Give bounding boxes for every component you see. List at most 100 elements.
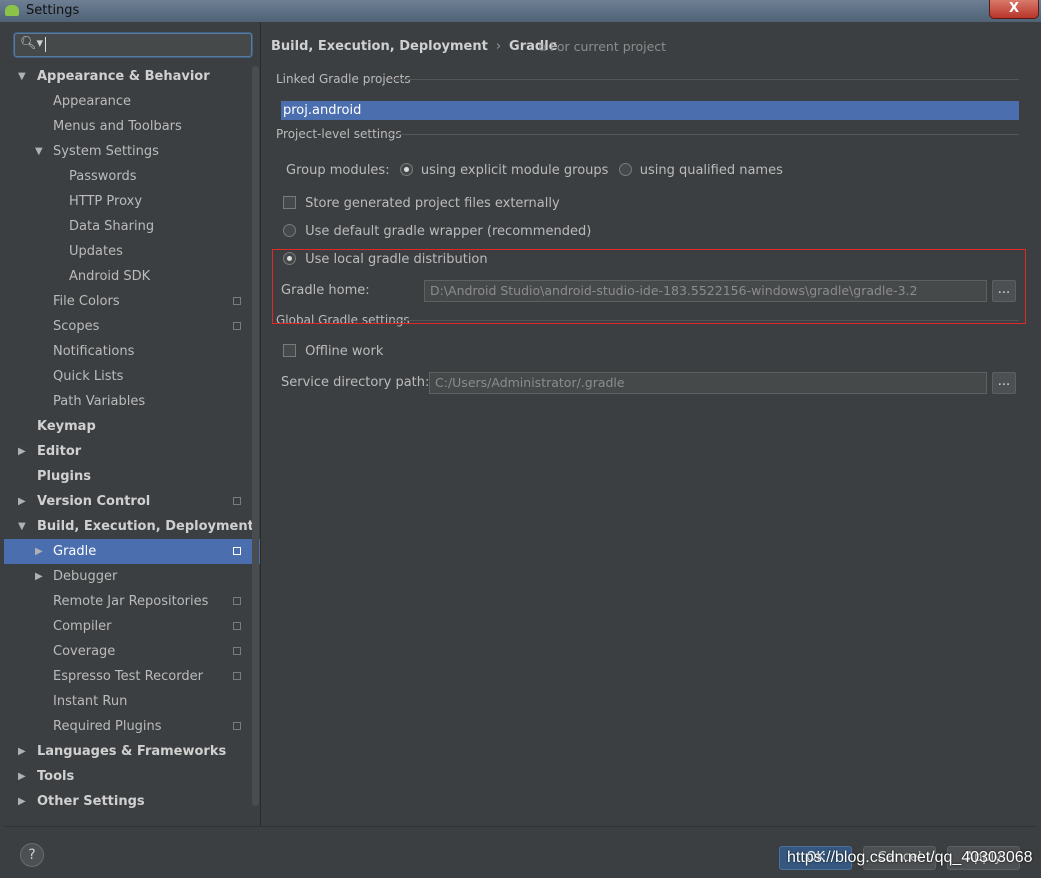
sidebar-item-label: Quick Lists (53, 369, 124, 384)
sidebar-item[interactable]: Appearance (4, 89, 260, 114)
chevron-right-icon[interactable]: ▶ (35, 539, 43, 564)
window-title: Settings (26, 3, 80, 18)
sidebar-item[interactable]: Keymap (4, 414, 260, 439)
chevron-right-icon[interactable]: ▶ (18, 739, 26, 764)
sidebar-item-label: Passwords (69, 169, 137, 184)
project-scope-icon (233, 497, 241, 505)
help-icon[interactable]: ? (20, 843, 44, 867)
radio-explicit-label[interactable]: using explicit module groups (421, 163, 609, 178)
linked-project-item[interactable]: proj.android (281, 101, 1019, 120)
chevron-right-icon[interactable]: ▶ (18, 439, 26, 464)
chevron-right-icon[interactable]: ▶ (18, 489, 26, 514)
group-modules-row: Group modules: using explicit module gro… (286, 163, 783, 178)
chevron-down-icon[interactable]: ▼ (18, 64, 26, 89)
settings-sidebar: 🔍︎▾ ▼ Appearance & Behavior Appearance Menu… (4, 22, 261, 826)
radio-qualified-names[interactable] (618, 163, 632, 176)
chevron-down-icon[interactable]: ▼ (18, 514, 26, 539)
chevron-right-icon[interactable]: ▶ (35, 564, 43, 589)
project-scope-icon (233, 547, 241, 555)
sidebar-item[interactable]: ▼ Build, Execution, Deployment (4, 514, 260, 539)
breadcrumb-parent[interactable]: Build, Execution, Deployment (271, 39, 488, 54)
sidebar-item[interactable]: Coverage (4, 639, 260, 664)
sidebar-item-label: Other Settings (37, 794, 145, 809)
project-scope-icon (233, 672, 241, 680)
sidebar-item[interactable]: ▶ Tools (4, 764, 260, 789)
sidebar-item-label: Compiler (53, 619, 112, 634)
chevron-right-icon[interactable]: ▶ (18, 764, 26, 789)
chevron-right-icon[interactable]: ▶ (18, 789, 26, 814)
sidebar-item[interactable]: Required Plugins (4, 714, 260, 739)
store-external-checkbox[interactable] (283, 196, 296, 209)
sidebar-item[interactable]: Passwords (4, 164, 260, 189)
sidebar-item-label: Required Plugins (53, 719, 162, 734)
sidebar-item-label: Path Variables (53, 394, 146, 409)
sidebar-item[interactable]: Instant Run (4, 689, 260, 714)
sidebar-item-label: Build, Execution, Deployment (37, 519, 254, 534)
search-input[interactable]: 🔍︎▾ (14, 33, 252, 57)
sidebar-item[interactable]: ▶ Version Control (4, 489, 260, 514)
sidebar-item[interactable]: Scopes (4, 314, 260, 339)
service-dir-label: Service directory path: (281, 375, 430, 390)
project-scope-icon (233, 647, 241, 655)
chevron-down-icon[interactable]: ▼ (35, 139, 43, 164)
store-external-row[interactable]: Store generated project files externally (283, 196, 560, 211)
sidebar-item[interactable]: ▼ System Settings (4, 139, 260, 164)
radio-default-wrapper[interactable] (283, 224, 296, 237)
sidebar-item[interactable]: ▶ Other Settings (4, 789, 260, 814)
android-studio-icon (5, 5, 19, 16)
sidebar-item[interactable]: ▶ Editor (4, 439, 260, 464)
sidebar-item-label: Coverage (53, 644, 116, 659)
service-dir-field[interactable]: C:/Users/Administrator/.gradle (429, 372, 987, 394)
sidebar-item-label: Editor (37, 444, 82, 459)
sidebar-item-label: Gradle (53, 544, 97, 559)
store-external-label[interactable]: Store generated project files externally (305, 196, 560, 211)
service-dir-browse-button[interactable]: ... (992, 372, 1016, 394)
sidebar-item-label: System Settings (53, 144, 159, 159)
sidebar-item-label: Plugins (37, 469, 91, 484)
sidebar-item[interactable]: Quick Lists (4, 364, 260, 389)
default-wrapper-label[interactable]: Use default gradle wrapper (recommended) (305, 224, 591, 239)
sidebar-item[interactable]: Data Sharing (4, 214, 260, 239)
default-wrapper-row[interactable]: Use default gradle wrapper (recommended) (283, 224, 591, 239)
sidebar-item[interactable]: ▼ Appearance & Behavior (4, 64, 260, 89)
project-level-title: Project-level settings (276, 127, 402, 141)
sidebar-item[interactable]: File Colors (4, 289, 260, 314)
divider (387, 134, 1019, 135)
sidebar-item[interactable]: ▶ Languages & Frameworks (4, 739, 260, 764)
sidebar-scrollbar[interactable] (252, 66, 259, 806)
sidebar-item-label: Updates (69, 244, 123, 259)
sidebar-item[interactable]: Compiler (4, 614, 260, 639)
sidebar-item-label: Android SDK (69, 269, 151, 284)
sidebar-item-label: File Colors (53, 294, 120, 309)
sidebar-item[interactable]: Notifications (4, 339, 260, 364)
offline-work-row[interactable]: Offline work (283, 344, 383, 359)
sidebar-item[interactable]: Espresso Test Recorder (4, 664, 260, 689)
sidebar-item-label: Languages & Frameworks (37, 744, 227, 759)
sidebar-item-label: Remote Jar Repositories (53, 594, 209, 609)
close-button[interactable]: X (989, 0, 1039, 19)
sidebar-item[interactable]: Remote Jar Repositories (4, 589, 260, 614)
sidebar-item[interactable]: ▶ Gradle (4, 539, 260, 564)
sidebar-item[interactable]: HTTP Proxy (4, 189, 260, 214)
sidebar-item[interactable]: Android SDK (4, 264, 260, 289)
sidebar-item-label: Instant Run (53, 694, 128, 709)
sidebar-item-label: HTTP Proxy (69, 194, 143, 209)
scope-text: For current project (550, 39, 667, 54)
breadcrumb: Build, Execution, Deployment › Gradle (271, 39, 557, 54)
radio-explicit-groups[interactable] (399, 163, 413, 176)
sidebar-item-label: Espresso Test Recorder (53, 669, 203, 684)
divider (389, 79, 1019, 80)
sidebar-item-label: Data Sharing (69, 219, 155, 234)
offline-work-checkbox[interactable] (283, 344, 296, 357)
sidebar-item[interactable]: ▶ Debugger (4, 564, 260, 589)
sidebar-item[interactable]: Updates (4, 239, 260, 264)
offline-work-label[interactable]: Offline work (305, 344, 383, 359)
radio-qualified-label[interactable]: using qualified names (640, 163, 783, 178)
search-icon: 🔍︎▾ (20, 36, 44, 51)
sidebar-item-label: Debugger (53, 569, 118, 584)
sidebar-item[interactable]: Plugins (4, 464, 260, 489)
sidebar-item[interactable]: Menus and Toolbars (4, 114, 260, 139)
highlight-box (272, 249, 1026, 324)
sidebar-item[interactable]: Path Variables (4, 389, 260, 414)
settings-tree: ▼ Appearance & Behavior Appearance Menus an… (4, 64, 260, 824)
